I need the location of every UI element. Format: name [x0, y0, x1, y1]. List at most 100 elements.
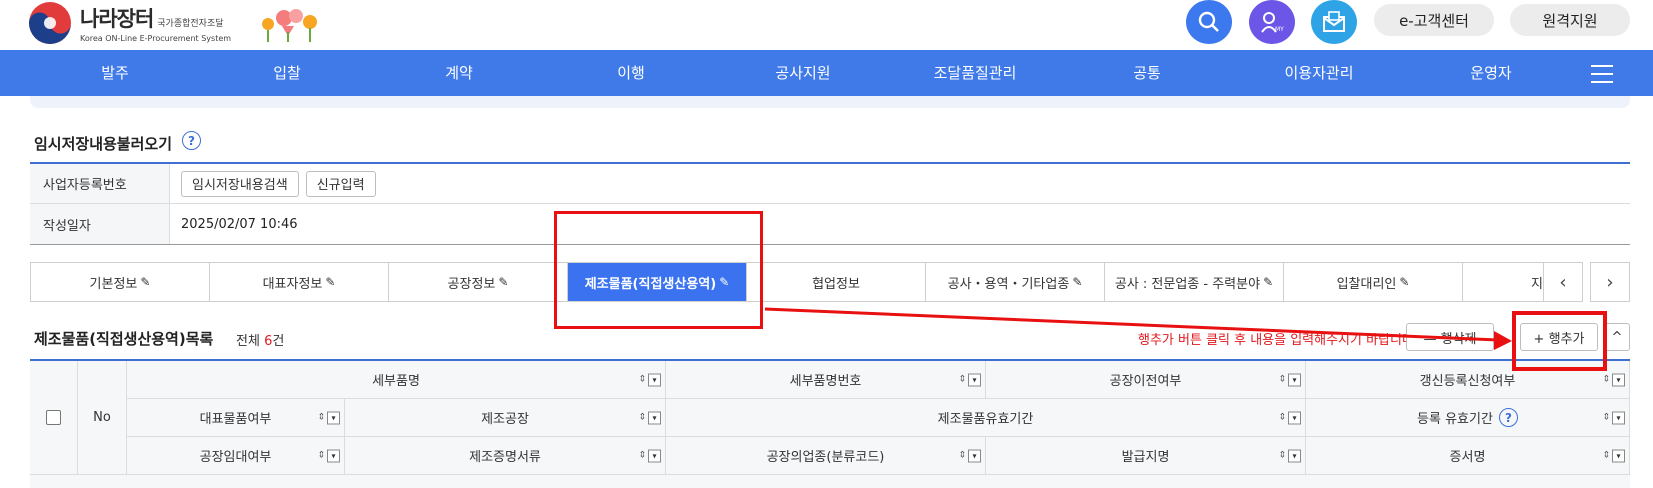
nav-item-fulfillment[interactable]: 이행 — [617, 50, 645, 96]
filter-icon[interactable]: ▾ — [968, 373, 981, 386]
sort-icon[interactable]: ⇕ — [317, 413, 325, 422]
search-button[interactable] — [1186, 0, 1232, 44]
form-row-bizno: 사업자등록번호 임시저장내용검색 신규입력 — [30, 164, 1630, 204]
nav-item-bid[interactable]: 입찰 — [273, 50, 301, 96]
tab-collaboration[interactable]: 협업정보 — [747, 263, 926, 301]
mail-icon — [1323, 11, 1345, 32]
tab-representative[interactable]: 대표자정보 ✎ — [210, 263, 389, 301]
filter-icon[interactable]: ▾ — [1288, 373, 1301, 386]
column-goods-validity-period[interactable]: 제조물품유효기간 ⇕ ▾ — [666, 399, 1306, 437]
nav-item-contract[interactable]: 계약 — [445, 50, 473, 96]
sort-icon[interactable]: ⇕ — [1278, 451, 1286, 460]
column-detail-item-number[interactable]: 세부품명번호 ⇕ ▾ — [666, 361, 986, 399]
nav-item-user-management[interactable]: 이용자관리 — [1284, 50, 1353, 96]
select-all-checkbox-cell — [30, 361, 78, 475]
sort-icon[interactable]: ⇕ — [638, 451, 646, 460]
pencil-icon: ✎ — [1399, 275, 1410, 289]
column-detail-item-name[interactable]: 세부품명 ⇕ ▾ — [127, 361, 666, 399]
goods-grid: No 세부품명 ⇕ ▾ 세부품명번호 ⇕ ▾ 공장이전여부 ⇕ ▾ 갱신등록신청여부 … — [30, 359, 1630, 488]
column-representative-goods[interactable]: 대표물품여부 ⇕ ▾ — [127, 399, 345, 437]
temp-search-button[interactable]: 임시저장내용검색 — [181, 170, 299, 197]
filter-icon[interactable]: ▾ — [1288, 449, 1301, 462]
tab-partial[interactable]: 지 — [1463, 263, 1553, 301]
sort-icon[interactable]: ⇕ — [638, 375, 646, 384]
sort-icon[interactable]: ⇕ — [958, 451, 966, 460]
annotation-box-add-row — [1512, 311, 1607, 371]
my-user-icon: MY — [1261, 12, 1284, 33]
column-factory-lease[interactable]: 공장임대여부 ⇕ ▾ — [127, 437, 345, 475]
tab-prev-button[interactable]: ‹ — [1543, 262, 1583, 302]
tab-factory[interactable]: 공장정보 ✎ — [389, 263, 568, 301]
column-manufacturing-factory[interactable]: 제조공장 ⇕ ▾ — [345, 399, 666, 437]
pencil-icon: ✎ — [325, 275, 336, 289]
tab-construction-service[interactable]: 공사・용역・기타업종 ✎ — [926, 263, 1105, 301]
nav-item-quality[interactable]: 조달품질관리 — [934, 50, 1017, 96]
pencil-icon: ✎ — [140, 275, 151, 289]
filter-icon[interactable]: ▾ — [648, 449, 661, 462]
list-count: 전체 6건 — [236, 334, 285, 349]
filter-icon[interactable]: ▾ — [327, 449, 340, 462]
new-input-button[interactable]: 신규입력 — [305, 170, 376, 197]
select-all-checkbox[interactable] — [46, 410, 61, 425]
top-bar: 나라장터 국가종합전자조달 Korea ON-Line E-Procuremen… — [0, 0, 1653, 50]
logo-title: 나라장터 — [80, 7, 154, 31]
filter-icon[interactable]: ▾ — [648, 411, 661, 424]
sort-icon[interactable]: ⇕ — [317, 451, 325, 460]
customer-center-button[interactable]: e-고객센터 — [1374, 4, 1494, 36]
pencil-icon: ✎ — [1263, 275, 1274, 289]
filter-icon[interactable]: ▾ — [327, 411, 340, 424]
sort-icon[interactable]: ⇕ — [958, 375, 966, 384]
site-logo[interactable]: 나라장터 국가종합전자조달 Korea ON-Line E-Procuremen… — [28, 0, 231, 46]
tab-specialty-construction[interactable]: 공사 : 전문업종 - 주력분야 ✎ — [1105, 263, 1284, 301]
filter-icon[interactable]: ▾ — [968, 449, 981, 462]
date-value: 2025/02/07 10:46 — [181, 216, 298, 232]
nav-item-order[interactable]: 발주 — [101, 50, 129, 96]
filter-icon[interactable]: ▾ — [1612, 411, 1625, 424]
sort-icon[interactable]: ⇕ — [1278, 413, 1286, 422]
tab-basic-info[interactable]: 기본정보 ✎ — [31, 263, 210, 301]
collapse-button[interactable]: ^ — [1604, 323, 1630, 351]
logo-english: Korea ON-Line E-Procurement System — [80, 34, 232, 43]
sort-icon[interactable]: ⇕ — [1602, 413, 1610, 422]
add-row-notice: 행추가 버튼 클릭 후 내용을 입력해주시기 바랍니다. — [1138, 333, 1419, 348]
nav-item-common[interactable]: 공통 — [1133, 50, 1161, 96]
hamburger-menu-icon[interactable] — [1591, 65, 1613, 83]
column-registration-validity[interactable]: 등록 유효기간 ? ⇕ ▾ — [1306, 399, 1630, 437]
logo-subtitle: 국가종합전자조달 — [157, 19, 224, 29]
tab-next-button[interactable]: › — [1590, 262, 1630, 302]
remote-support-button[interactable]: 원격지원 — [1510, 4, 1630, 36]
sort-icon[interactable]: ⇕ — [638, 413, 646, 422]
column-certificate-name[interactable]: 증서명 ⇕ ▾ — [1306, 437, 1630, 475]
date-label: 작성일자 — [30, 204, 170, 244]
tab-bar: 기본정보 ✎ 대표자정보 ✎ 공장정보 ✎ 제조물품(직접생산용역) ✎ 협업정보 공사… — [30, 262, 1564, 302]
nav-item-operator[interactable]: 운영자 — [1470, 50, 1511, 96]
search-icon — [1198, 11, 1219, 32]
svg-text:MY: MY — [1275, 26, 1284, 33]
filter-icon[interactable]: ▾ — [1612, 373, 1625, 386]
mail-button[interactable] — [1311, 0, 1357, 44]
form-row-date: 작성일자 2025/02/07 10:46 — [30, 204, 1630, 244]
delete-row-button[interactable]: — 행삭제 — [1406, 323, 1494, 351]
sort-icon[interactable]: ⇕ — [1602, 375, 1610, 384]
taegeuk-emblem-icon — [29, 2, 71, 44]
help-icon[interactable]: ? — [182, 131, 201, 150]
column-manufacturing-certificate[interactable]: 제조증명서류 ⇕ ▾ — [345, 437, 666, 475]
sort-icon[interactable]: ⇕ — [1602, 451, 1610, 460]
column-factory-relocation[interactable]: 공장이전여부 ⇕ ▾ — [986, 361, 1306, 399]
tab-bid-agent[interactable]: 입찰대리인 ✎ — [1284, 263, 1463, 301]
main-nav: 발주 입찰 계약 이행 공사지원 조달품질관리 공통 이용자관리 운영자 — [0, 50, 1653, 96]
nav-item-construction-support[interactable]: 공사지원 — [775, 50, 830, 96]
sort-icon[interactable]: ⇕ — [1278, 375, 1286, 384]
filter-icon[interactable]: ▾ — [1288, 411, 1301, 424]
filter-icon[interactable]: ▾ — [1612, 449, 1625, 462]
list-title: 제조물품(직접생산용역)목록 — [34, 330, 214, 348]
filter-icon[interactable]: ▾ — [648, 373, 661, 386]
column-issuing-region[interactable]: 발급지명 ⇕ ▾ — [986, 437, 1306, 475]
panel-edge — [30, 96, 1630, 108]
pencil-icon: ✎ — [498, 275, 509, 289]
pencil-icon: ✎ — [1072, 275, 1083, 289]
column-factory-industry-code[interactable]: 공장의업종(분류코드) ⇕ ▾ — [666, 437, 986, 475]
help-icon[interactable]: ? — [1498, 408, 1518, 427]
bizno-label: 사업자등록번호 — [30, 164, 170, 203]
my-page-button[interactable]: MY — [1249, 0, 1295, 44]
